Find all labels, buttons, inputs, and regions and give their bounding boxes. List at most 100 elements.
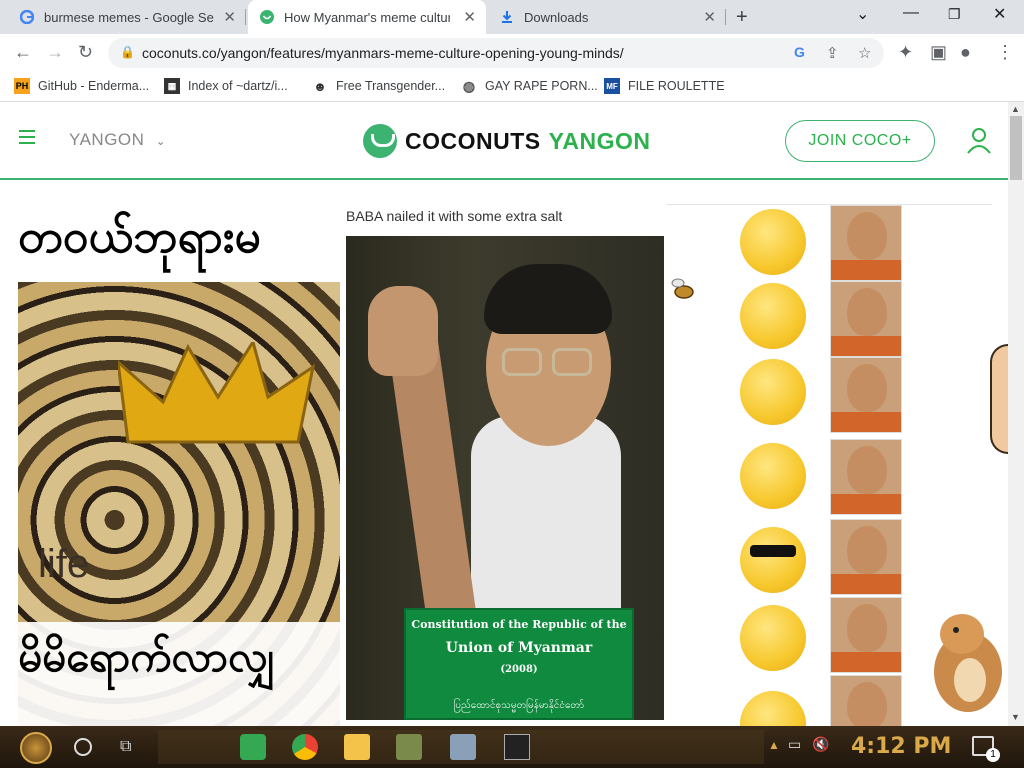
- close-tab-icon[interactable]: ✕: [463, 8, 476, 26]
- tab-strip: burmese memes - Google Search ✕ How Myan…: [0, 0, 1024, 34]
- hamster-mascot-icon: [934, 614, 1002, 712]
- city-label: YANGON: [69, 130, 145, 149]
- coconuts-logo[interactable]: COCONUTS YANGON: [363, 124, 650, 158]
- bookmark-label: GAY RAPE PORN...: [485, 79, 598, 93]
- page-scrollbar[interactable]: ▲ ▼: [1008, 102, 1024, 726]
- smiling-emoji-icon: [740, 691, 806, 726]
- tab-article[interactable]: How Myanmar's meme culture is opening yo…: [248, 0, 486, 34]
- meme-top-text: တဝယ်ဘုရားမ: [18, 210, 261, 262]
- squinting-emoji-icon: [740, 605, 806, 671]
- back-button[interactable]: ←: [14, 42, 32, 63]
- book-line-2: Union of Myanmar: [445, 640, 593, 656]
- article-body: တဝယ်ဘုရားမ life မိမိရောက်လာလျှ BABA nail…: [0, 182, 1008, 726]
- scroll-up-icon[interactable]: ▲: [1011, 104, 1020, 114]
- extensions-icon[interactable]: ✦: [898, 42, 913, 63]
- close-window-button[interactable]: ✕: [993, 4, 1006, 24]
- monk-face-image: [830, 439, 902, 515]
- bookmark-free[interactable]: ☻ Free Transgender...: [312, 78, 445, 94]
- taskbar-clock[interactable]: 4:12 PM: [851, 734, 951, 759]
- chevron-down-icon: ⌄: [155, 134, 167, 148]
- sunglasses-emoji-icon: [740, 527, 806, 593]
- notification-center-icon[interactable]: 1: [972, 736, 1000, 762]
- tab-label: How Myanmar's meme culture is opening yo…: [284, 9, 450, 25]
- meme-bottom-text: မိမိရောက်လာလျှ: [18, 633, 276, 680]
- join-coco-button[interactable]: JOIN COCO+: [785, 120, 935, 162]
- reload-button[interactable]: ↻: [78, 42, 93, 63]
- lock-icon[interactable]: 🔒: [120, 45, 135, 59]
- logo-word-coconuts: COCONUTS: [405, 127, 541, 154]
- browser-toolbar: ← → ↻ 🔒 coconuts.co/yangon/features/myan…: [0, 34, 1024, 72]
- minimize-button[interactable]: —: [903, 4, 919, 22]
- coconuts-icon: [260, 10, 274, 24]
- app-pinned-icon[interactable]: [396, 734, 422, 760]
- hamburger-menu-icon[interactable]: [19, 130, 35, 148]
- cartoon-character-peek: [990, 344, 1008, 454]
- photos-app-icon[interactable]: [504, 734, 530, 760]
- bookmark-globe[interactable]: ◍ GAY RAPE PORN...: [461, 78, 598, 94]
- book-line-4: ပြည်ထောင်စုသမ္မတမြန်မာနိုင်ငံတော်: [453, 700, 585, 711]
- volume-muted-icon[interactable]: 🔇: [812, 736, 829, 753]
- forward-button[interactable]: →: [46, 42, 64, 63]
- file-explorer-icon[interactable]: [344, 734, 370, 760]
- user-account-icon[interactable]: [966, 127, 992, 155]
- meme-snake-image: တဝယ်ဘုရားမ life မိမိရောက်လာလျှ: [18, 202, 340, 726]
- meme-overlay-text: life: [38, 542, 90, 586]
- bookmark-label: GitHub - Enderma...: [38, 79, 150, 93]
- share-icon[interactable]: ⇪: [826, 44, 839, 62]
- sheets-app-icon[interactable]: [240, 734, 266, 760]
- grimacing-emoji-icon: [740, 359, 806, 425]
- grinning-emoji-icon: [740, 209, 806, 275]
- monk-face-image: [830, 357, 902, 433]
- start-button-icon[interactable]: [20, 732, 52, 764]
- meme-baba-photo: Constitution of the Republic of the Unio…: [346, 236, 664, 720]
- task-view-icon[interactable]: ⧉: [120, 738, 146, 764]
- bookmark-file-roulette[interactable]: MF FILE ROULETTE: [604, 78, 725, 94]
- address-bar[interactable]: 🔒 coconuts.co/yangon/features/myanmars-m…: [108, 38, 884, 68]
- notification-count: 1: [986, 748, 1000, 762]
- google-icon: [20, 10, 34, 24]
- coconut-logo-icon: [363, 124, 397, 158]
- system-tray-arrow-icon[interactable]: ▲: [768, 738, 780, 752]
- scrollbar-thumb[interactable]: [1010, 116, 1022, 180]
- bookmark-star-icon[interactable]: ☆: [858, 44, 871, 62]
- menu-kebab-icon[interactable]: ⋮: [996, 42, 1014, 63]
- tab-search-icon[interactable]: ⌄: [856, 4, 869, 24]
- tab-google-search[interactable]: burmese memes - Google Search ✕: [8, 0, 246, 34]
- monk-face-image: [830, 597, 902, 673]
- google-lens-icon[interactable]: G: [794, 44, 805, 60]
- profile-avatar-icon[interactable]: ●: [960, 42, 971, 63]
- bee-cursor-icon: [671, 278, 694, 299]
- book-line-3: (2008): [500, 664, 538, 675]
- url-text: coconuts.co/yangon/features/myanmars-mem…: [142, 45, 624, 61]
- bookmark-label: Free Transgender...: [336, 79, 446, 93]
- monk-face-image: [830, 519, 902, 595]
- chrome-app-icon[interactable]: [292, 734, 318, 760]
- bookmark-index[interactable]: ▦ Index of ~dartz/i...: [164, 78, 288, 94]
- crown-icon: [118, 342, 316, 444]
- flushed-emoji-icon: [740, 443, 806, 509]
- side-panel-icon[interactable]: ▣: [930, 42, 947, 63]
- bookmark-github[interactable]: PH GitHub - Enderma...: [14, 78, 149, 94]
- city-selector[interactable]: YANGON ⌄: [69, 130, 166, 150]
- index-icon: ▦: [164, 78, 180, 94]
- bookmark-label: Index of ~dartz/i...: [188, 79, 288, 93]
- scroll-down-icon[interactable]: ▼: [1011, 712, 1020, 722]
- tab-downloads[interactable]: Downloads ✕: [488, 0, 726, 34]
- monk-face-image: [830, 675, 902, 726]
- bookmarks-bar: PH GitHub - Enderma... ▦ Index of ~dartz…: [0, 72, 1024, 102]
- mf-icon: MF: [604, 78, 620, 94]
- mask-icon: ☻: [313, 78, 327, 94]
- new-tab-button[interactable]: +: [736, 6, 748, 29]
- close-tab-icon[interactable]: ✕: [223, 8, 236, 26]
- network-icon[interactable]: ▭: [788, 736, 801, 753]
- monk-face-image: [830, 281, 902, 357]
- download-icon: [502, 11, 512, 23]
- book-line-1: Constitution of the Republic of the: [411, 618, 627, 631]
- close-tab-icon[interactable]: ✕: [703, 8, 716, 26]
- display-app-icon[interactable]: [450, 734, 476, 760]
- tab-label: burmese memes - Google Search: [44, 9, 214, 25]
- cortana-search-icon[interactable]: [74, 738, 92, 756]
- monk-face-image: [830, 205, 902, 281]
- site-header: YANGON ⌄ COCONUTS YANGON JOIN COCO+: [0, 102, 1008, 180]
- restore-button[interactable]: ❐: [948, 6, 961, 23]
